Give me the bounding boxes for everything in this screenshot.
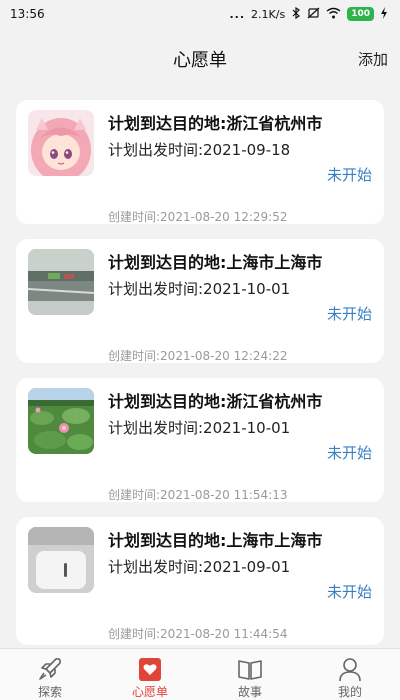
status-label[interactable]: 未开始 [327, 303, 372, 324]
departure-text: 计划出发时间:2021-10-01 [108, 280, 291, 298]
signal-dots: ... [229, 7, 246, 21]
status-icons: ... 2.1K/s 100 [229, 6, 389, 22]
bluetooth-icon [291, 6, 301, 22]
card-body: 计划到达目的地:浙江省杭州市 计划出发时间:2021-10-01 创建时间:20… [108, 388, 372, 502]
destination-text: 计划到达目的地:浙江省杭州市 [108, 114, 323, 133]
nav-item-stories[interactable]: 故事 [200, 649, 300, 700]
created-time: 创建时间:2021-08-20 11:54:13 [108, 488, 288, 502]
departure-text: 计划出发时间:2021-09-01 [108, 558, 291, 576]
nav-label: 我的 [337, 685, 362, 699]
street-photo-thumbnail [28, 249, 94, 315]
card-body: 计划到达目的地:上海市上海市 计划出发时间:2021-09-01 创建时间:20… [108, 527, 372, 645]
destination-text: 计划到达目的地:上海市上海市 [108, 253, 323, 272]
battery-indicator: 100 [347, 7, 374, 21]
anime-avatar-thumbnail [28, 110, 94, 176]
created-time: 创建时间:2021-08-20 12:24:22 [108, 349, 288, 363]
nav-label: 故事 [237, 685, 262, 699]
departure-text: 计划出发时间:2021-10-01 [108, 419, 291, 437]
add-button[interactable]: 添加 [358, 49, 388, 70]
card-body: 计划到达目的地:浙江省杭州市 计划出发时间:2021-09-18 创建时间:20… [108, 110, 372, 224]
device-photo-thumbnail [28, 527, 94, 593]
network-speed: 2.1K/s [251, 7, 286, 21]
status-time: 13:56 [10, 7, 45, 21]
header: 心愿单 添加 [0, 28, 400, 90]
wishlist: 计划到达目的地:浙江省杭州市 计划出发时间:2021-09-18 创建时间:20… [16, 100, 384, 660]
app-root: 13:56 ... 2.1K/s 100 心愿单 添加 计划到达目的地:浙江省杭… [0, 0, 400, 700]
destination-text: 计划到达目的地:浙江省杭州市 [108, 392, 323, 411]
wishlist-card[interactable]: 计划到达目的地:浙江省杭州市 计划出发时间:2021-09-18 创建时间:20… [16, 100, 384, 224]
page-title: 心愿单 [173, 50, 227, 71]
book-icon [238, 660, 262, 680]
heart-list-icon [139, 658, 161, 681]
user-icon [339, 658, 361, 682]
status-bar: 13:56 ... 2.1K/s 100 [0, 0, 400, 28]
nav-item-explore[interactable]: 探索 [0, 649, 100, 700]
nav-label: 心愿单 [131, 685, 168, 699]
departure-text: 计划出发时间:2021-09-18 [108, 141, 291, 159]
wishlist-card[interactable]: 计划到达目的地:上海市上海市 计划出发时间:2021-09-01 创建时间:20… [16, 517, 384, 645]
wifi-icon [326, 7, 341, 22]
card-body: 计划到达目的地:上海市上海市 计划出发时间:2021-10-01 创建时间:20… [108, 249, 372, 363]
nav-label: 探索 [37, 685, 62, 699]
nav-item-wishlist[interactable]: 心愿单 [100, 649, 200, 700]
destination-text: 计划到达目的地:上海市上海市 [108, 531, 323, 550]
status-label[interactable]: 未开始 [327, 581, 372, 602]
created-time: 创建时间:2021-08-20 11:44:54 [108, 627, 288, 641]
lotus-photo-thumbnail [28, 388, 94, 454]
status-label[interactable]: 未开始 [327, 442, 372, 463]
bottom-nav: 探索 心愿单 故事 我的 [0, 648, 400, 700]
created-time: 创建时间:2021-08-20 12:29:52 [108, 210, 288, 224]
status-label[interactable]: 未开始 [327, 164, 372, 185]
nav-item-profile[interactable]: 我的 [300, 649, 400, 700]
rocket-icon [39, 658, 61, 680]
mute-icon [307, 7, 320, 22]
wishlist-card[interactable]: 计划到达目的地:上海市上海市 计划出发时间:2021-10-01 创建时间:20… [16, 239, 384, 363]
wishlist-card[interactable]: 计划到达目的地:浙江省杭州市 计划出发时间:2021-10-01 创建时间:20… [16, 378, 384, 502]
charging-icon [380, 6, 388, 22]
